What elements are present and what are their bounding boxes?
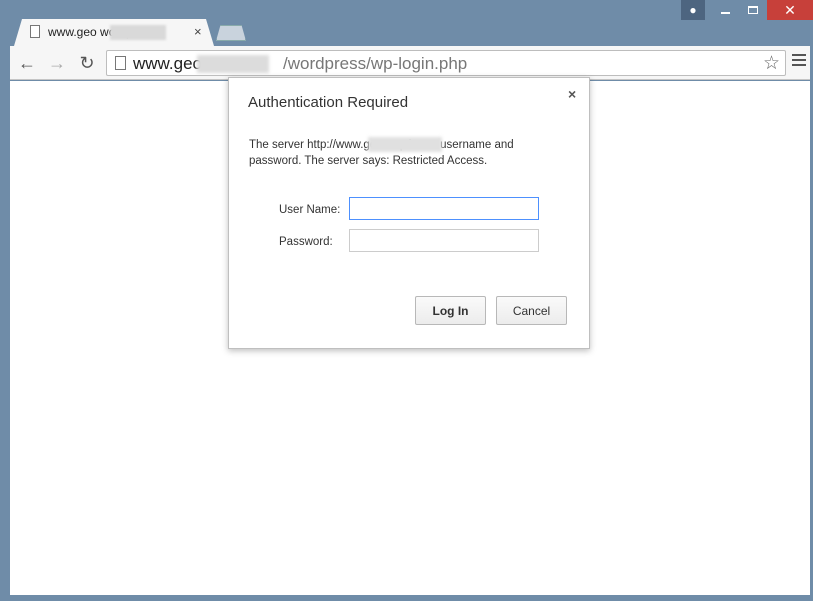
url-host: www.geo <box>133 54 202 73</box>
dialog-close-icon[interactable]: × <box>568 86 576 102</box>
tab-close-icon[interactable]: × <box>194 24 202 39</box>
page-icon <box>30 25 40 38</box>
cancel-button[interactable]: Cancel <box>496 296 567 325</box>
username-input[interactable] <box>349 197 539 220</box>
close-icon[interactable]: ✕ <box>767 0 813 20</box>
address-bar[interactable]: www.geo/wordpress/wp-login.php ☆ <box>106 50 786 76</box>
dialog-title: Authentication Required <box>248 94 409 111</box>
window-controls: ● ✕ <box>681 0 813 20</box>
password-label: Password: <box>279 236 333 248</box>
maximize-icon[interactable] <box>739 0 767 20</box>
login-button[interactable]: Log In <box>415 296 486 325</box>
menu-icon[interactable] <box>792 54 806 69</box>
browser-toolbar: ← → ↻ www.geo/wordpress/wp-login.php ☆ <box>10 46 810 80</box>
user-icon[interactable]: ● <box>681 0 705 20</box>
url-path: /wordpress/wp-login.php <box>282 54 468 73</box>
auth-dialog: Authentication Required × The server htt… <box>228 77 590 349</box>
message-redaction <box>368 137 442 152</box>
window-titlebar: ● ✕ www.geo wordp × <box>0 0 813 46</box>
forward-arrow-icon[interactable]: → <box>46 52 68 74</box>
browser-tab[interactable]: www.geo wordp × <box>14 19 214 46</box>
url-redaction <box>197 55 269 73</box>
username-label: User Name: <box>279 204 341 216</box>
url-text: www.geo/wordpress/wp-login.php <box>133 54 467 74</box>
password-input[interactable] <box>349 229 539 252</box>
reload-icon[interactable]: ↻ <box>76 52 98 74</box>
minimize-icon[interactable] <box>711 0 739 20</box>
back-arrow-icon[interactable]: ← <box>16 52 38 74</box>
page-icon <box>115 56 126 70</box>
star-icon[interactable]: ☆ <box>763 52 780 75</box>
tab-title-redaction <box>110 25 166 40</box>
new-tab-button[interactable] <box>216 25 246 41</box>
